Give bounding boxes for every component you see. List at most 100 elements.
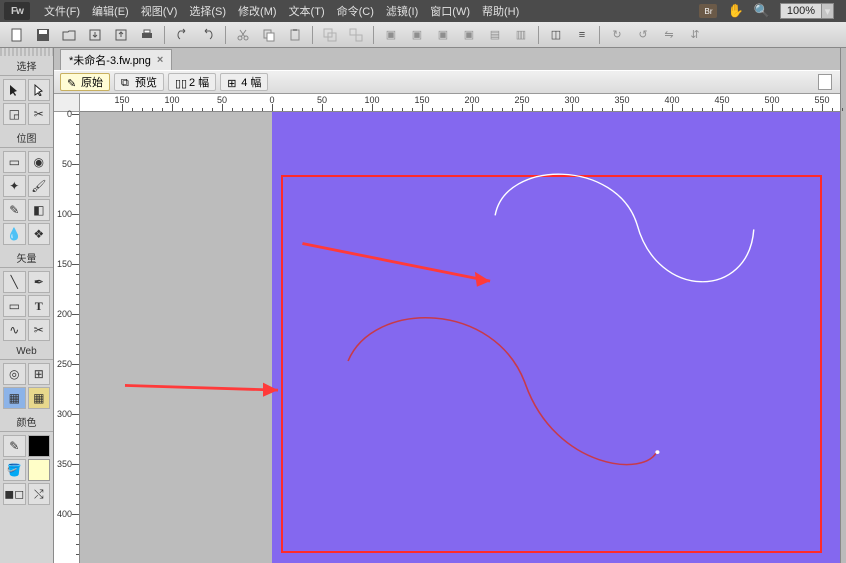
- rotate-cw-button[interactable]: ↻: [606, 25, 628, 45]
- bring-front-button[interactable]: ▣: [380, 25, 402, 45]
- view-4up-button[interactable]: ⊞ 4 幅: [220, 73, 268, 91]
- page-icon[interactable]: [818, 74, 832, 90]
- toolbox-section-web: Web: [0, 344, 53, 360]
- send-back-button[interactable]: ▣: [458, 25, 480, 45]
- zoom-level-field[interactable]: 100%: [780, 3, 822, 19]
- save-button[interactable]: [32, 25, 54, 45]
- pen-tool[interactable]: ✒: [28, 271, 51, 293]
- print-button[interactable]: [136, 25, 158, 45]
- flip-v-button[interactable]: ⇵: [684, 25, 706, 45]
- main-toolbar: ▣ ▣ ▣ ▣ ▤ ▥ ◫ ≡ ↻ ↺ ⇋ ⇵: [0, 22, 846, 48]
- rectangle-tool[interactable]: ▭: [3, 295, 26, 317]
- stamp-tool[interactable]: ❖: [28, 223, 51, 245]
- document-tab[interactable]: *未命名-3.fw.png ×: [60, 49, 172, 70]
- document-area: *未命名-3.fw.png × ✎ 原始 ⧉ 预览 ▯▯ 2 幅 ⊞: [54, 48, 840, 563]
- toolbar-separator: [599, 26, 600, 44]
- blur-tool[interactable]: 💧: [3, 223, 26, 245]
- hotspot-tool[interactable]: ◎: [3, 363, 26, 385]
- horizontal-ruler[interactable]: 1501005005010015020025030035040045050055…: [80, 94, 840, 112]
- toolbar-separator: [225, 26, 226, 44]
- marquee-tool[interactable]: ▭: [3, 151, 26, 173]
- view-preview-button[interactable]: ⧉ 预览: [114, 73, 164, 91]
- view-2up-button[interactable]: ▯▯ 2 幅: [168, 73, 216, 91]
- document-tab-title: *未命名-3.fw.png: [69, 52, 151, 68]
- canvas-viewport[interactable]: 1501005005010015020025030035040045050055…: [54, 94, 840, 563]
- pointer-tool[interactable]: [3, 79, 26, 101]
- toolbox-section-vector: 矢量: [0, 248, 53, 268]
- scale-tool[interactable]: ◲: [3, 103, 26, 125]
- view-original-button[interactable]: ✎ 原始: [60, 73, 110, 91]
- toolbox-panel: 选择 ◲ ✂ 位图 ▭ ◉ ✦ 🖌 ✎ ◧ 💧 ❖ 矢量 ╲ ✒: [0, 48, 54, 563]
- menu-commands[interactable]: 命令(C): [331, 3, 380, 19]
- brush-tool[interactable]: 🖌: [28, 175, 51, 197]
- import-button[interactable]: [84, 25, 106, 45]
- line-tool[interactable]: ╲: [3, 271, 26, 293]
- distribute-button[interactable]: ≡: [571, 25, 593, 45]
- align-button-2[interactable]: ▥: [510, 25, 532, 45]
- pencil-tool[interactable]: ✎: [3, 199, 26, 221]
- open-button[interactable]: [58, 25, 80, 45]
- right-panel-collapsed[interactable]: [840, 48, 846, 563]
- menu-bar: Fw 文件(F) 编辑(E) 视图(V) 选择(S) 修改(M) 文本(T) 命…: [0, 0, 846, 22]
- two-up-icon: ▯▯: [175, 77, 186, 88]
- view-toolbar: ✎ 原始 ⧉ 预览 ▯▯ 2 幅 ⊞ 4 幅: [54, 70, 840, 94]
- fill-color-picker[interactable]: 🪣: [3, 459, 26, 481]
- zoom-tool-icon[interactable]: 🔍: [754, 3, 770, 19]
- eraser-tool[interactable]: ◧: [28, 199, 51, 221]
- menu-modify[interactable]: 修改(M): [232, 3, 283, 19]
- send-backward-button[interactable]: ▣: [432, 25, 454, 45]
- menu-window[interactable]: 窗口(W): [424, 3, 476, 19]
- menu-file[interactable]: 文件(F): [38, 3, 86, 19]
- lasso-tool[interactable]: ◉: [28, 151, 51, 173]
- fill-color-swatch[interactable]: [28, 459, 51, 481]
- pencil-icon: ✎: [67, 77, 78, 88]
- vertical-ruler[interactable]: 050100150200250300350400: [54, 112, 80, 563]
- zoom-dropdown-icon[interactable]: ▾: [822, 3, 834, 19]
- copy-button[interactable]: [258, 25, 280, 45]
- show-slice-button[interactable]: ▦: [28, 387, 51, 409]
- default-colors-button[interactable]: ◼◻: [3, 483, 26, 505]
- bridge-button[interactable]: Br: [699, 4, 717, 18]
- bring-forward-button[interactable]: ▣: [406, 25, 428, 45]
- panel-grip[interactable]: [0, 48, 53, 56]
- group-button[interactable]: [319, 25, 341, 45]
- hand-tool-icon[interactable]: ✋: [727, 3, 743, 19]
- image-icon: ⧉: [121, 77, 132, 88]
- canvas[interactable]: [80, 112, 840, 563]
- canvas-annotations: [80, 112, 840, 563]
- paste-button[interactable]: [284, 25, 306, 45]
- swap-colors-button[interactable]: ⤭: [28, 483, 51, 505]
- view-2up-label: 2 幅: [189, 74, 209, 90]
- menu-help[interactable]: 帮助(H): [476, 3, 525, 19]
- export-button[interactable]: [110, 25, 132, 45]
- menu-filters[interactable]: 滤镜(I): [380, 3, 424, 19]
- four-up-icon: ⊞: [227, 77, 238, 88]
- toolbar-separator: [164, 26, 165, 44]
- cut-button[interactable]: [232, 25, 254, 45]
- toolbox-section-bitmap: 位图: [0, 128, 53, 148]
- menu-text[interactable]: 文本(T): [283, 3, 331, 19]
- crop-tool[interactable]: ✂: [28, 103, 51, 125]
- close-tab-icon[interactable]: ×: [157, 54, 163, 66]
- flip-h-button[interactable]: ⇋: [658, 25, 680, 45]
- knife-tool[interactable]: ✂: [28, 319, 51, 341]
- redo-button[interactable]: [197, 25, 219, 45]
- stroke-color-picker[interactable]: ✎: [3, 435, 26, 457]
- menu-view[interactable]: 视图(V): [135, 3, 184, 19]
- transform-button[interactable]: ◫: [545, 25, 567, 45]
- menu-edit[interactable]: 编辑(E): [86, 3, 135, 19]
- text-tool[interactable]: T: [28, 295, 51, 317]
- new-file-button[interactable]: [6, 25, 28, 45]
- annotation-arrow-2: [125, 383, 278, 397]
- ungroup-button[interactable]: [345, 25, 367, 45]
- subselect-tool[interactable]: [28, 79, 51, 101]
- undo-button[interactable]: [171, 25, 193, 45]
- align-button[interactable]: ▤: [484, 25, 506, 45]
- freeform-tool[interactable]: ∿: [3, 319, 26, 341]
- wand-tool[interactable]: ✦: [3, 175, 26, 197]
- rotate-ccw-button[interactable]: ↺: [632, 25, 654, 45]
- slice-tool[interactable]: ⊞: [28, 363, 51, 385]
- menu-select[interactable]: 选择(S): [183, 3, 232, 19]
- hide-slice-button[interactable]: ▦: [3, 387, 26, 409]
- stroke-color-swatch[interactable]: [28, 435, 51, 457]
